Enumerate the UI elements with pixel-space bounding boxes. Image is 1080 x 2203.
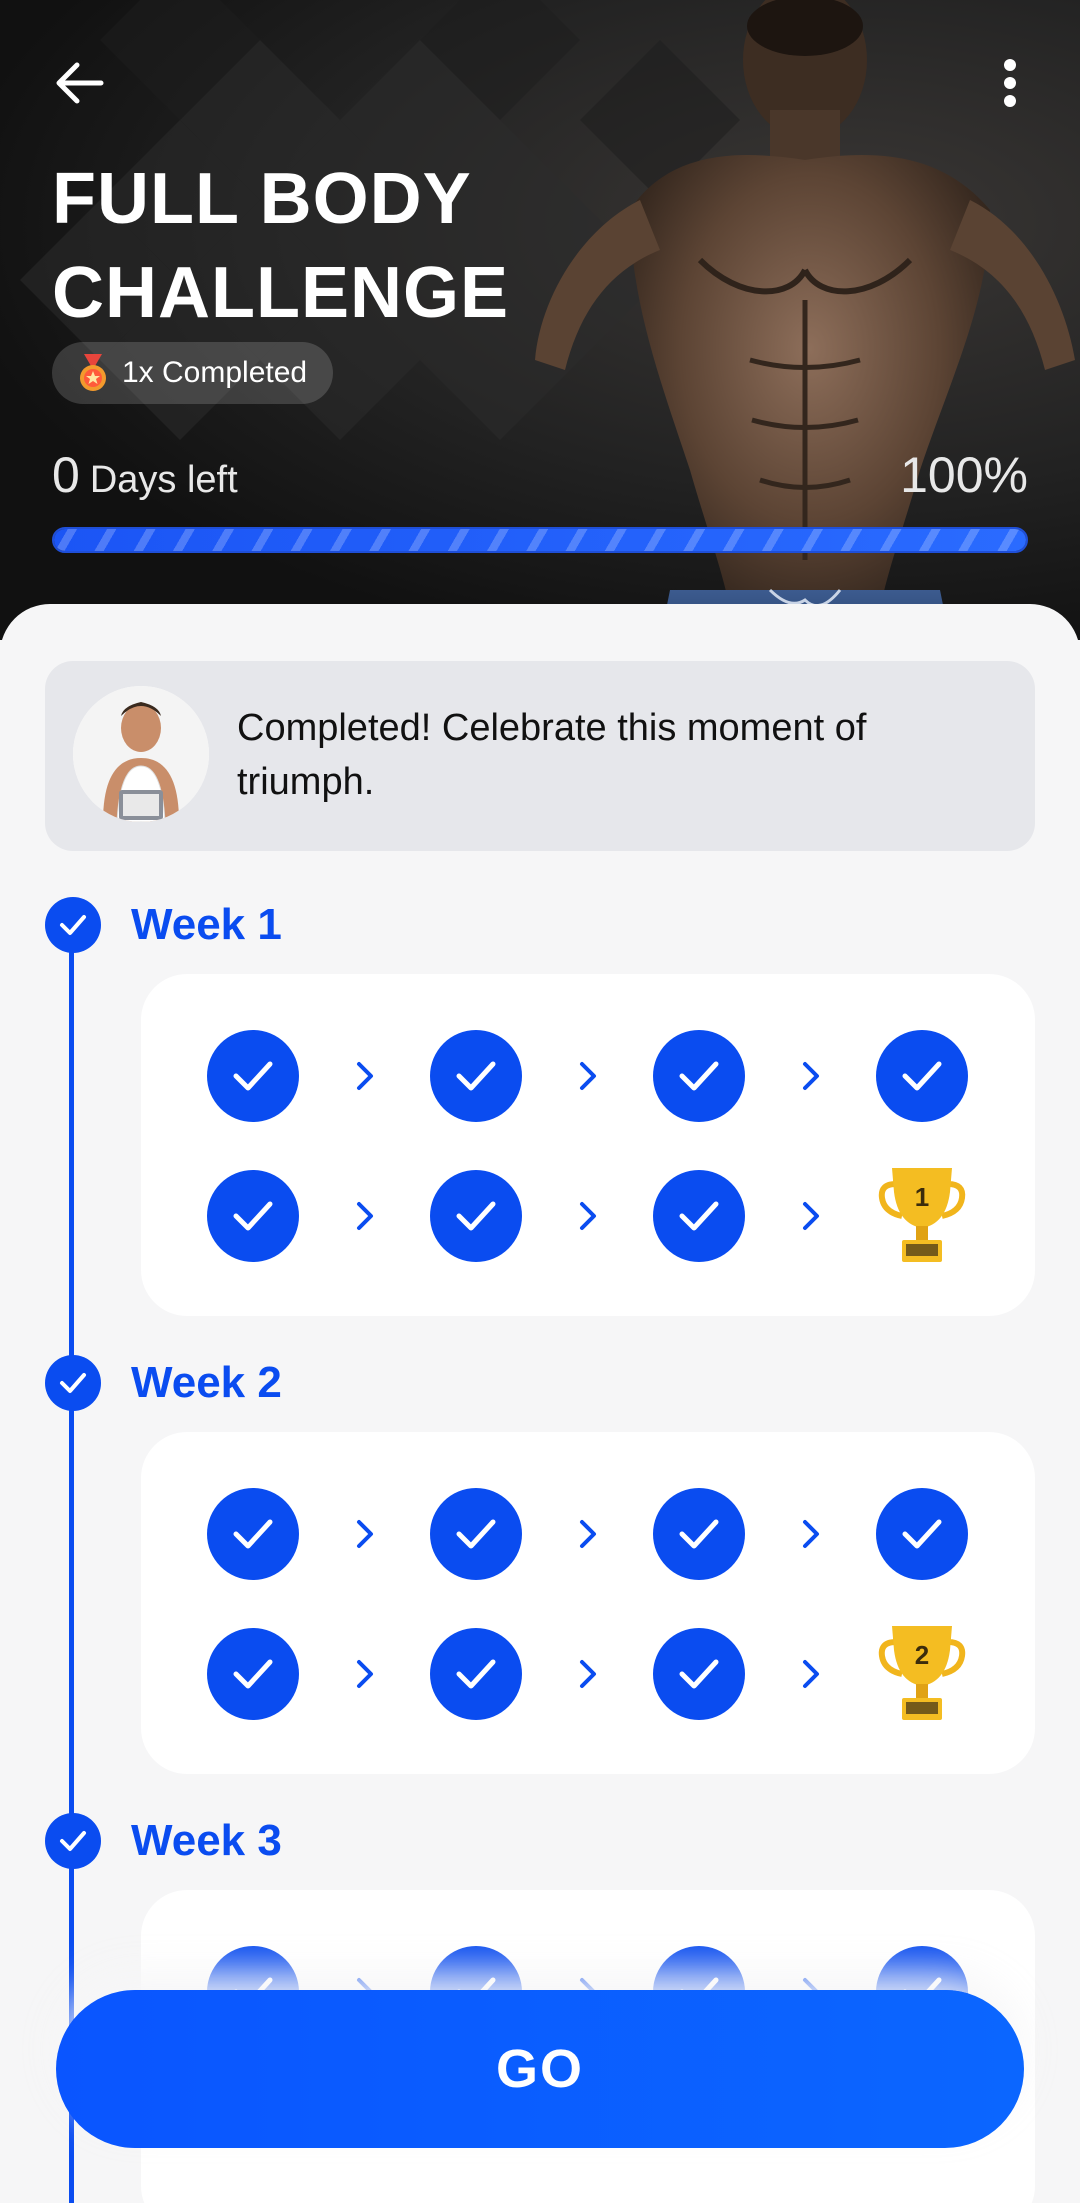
day-8-complete[interactable] — [207, 1488, 299, 1580]
check-icon — [60, 1373, 86, 1393]
chevron-right-icon — [357, 1660, 373, 1688]
day-5-complete[interactable] — [207, 1170, 299, 1262]
chevron-right-icon — [357, 1062, 373, 1090]
content-sheet: Completed! Celebrate this moment of triu… — [0, 604, 1080, 2203]
hero-banner: FULL BODY CHALLENGE 1x Completed 0 Days … — [0, 0, 1080, 640]
check-icon — [679, 1061, 719, 1091]
week-1-card: 1 — [141, 974, 1035, 1316]
week-2-row-1 — [207, 1488, 968, 1580]
arrow-left-icon — [56, 62, 104, 104]
challenge-screen: FULL BODY CHALLENGE 1x Completed 0 Days … — [0, 0, 1080, 2203]
day-2-complete[interactable] — [430, 1030, 522, 1122]
check-icon — [456, 1519, 496, 1549]
check-icon — [679, 1519, 719, 1549]
day-3-complete[interactable] — [653, 1030, 745, 1122]
check-icon — [679, 1201, 719, 1231]
week-3-title: Week 3 — [131, 1816, 282, 1865]
day-9-complete[interactable] — [430, 1488, 522, 1580]
day-12-complete[interactable] — [207, 1628, 299, 1720]
check-icon — [233, 1201, 273, 1231]
check-icon — [679, 1659, 719, 1689]
more-options-button[interactable] — [985, 48, 1035, 118]
completed-badge: 1x Completed — [52, 342, 334, 404]
check-icon — [456, 1061, 496, 1091]
coach-avatar-image — [73, 686, 209, 822]
check-icon — [902, 1519, 942, 1549]
days-left-value: 0 — [52, 447, 80, 503]
check-icon — [233, 1519, 273, 1549]
chevron-right-icon — [357, 1520, 373, 1548]
back-button[interactable] — [44, 48, 114, 118]
check-icon — [456, 1201, 496, 1231]
completed-count-text: 1x Completed — [122, 356, 308, 389]
coach-avatar — [73, 686, 209, 822]
go-button[interactable]: GO — [56, 1990, 1024, 2148]
days-left-label: Days left — [89, 459, 238, 501]
chevron-right-icon — [580, 1660, 596, 1688]
week-2-title: Week 2 — [131, 1358, 282, 1407]
check-icon — [456, 1659, 496, 1689]
day-6-complete[interactable] — [430, 1170, 522, 1262]
chevron-right-icon — [803, 1062, 819, 1090]
check-icon — [902, 1061, 942, 1091]
trophy-number: 2 — [915, 1640, 929, 1670]
trophy-icon[interactable]: 1 — [876, 1162, 968, 1270]
week-2-row-2: 2 — [207, 1626, 967, 1720]
check-icon — [233, 1659, 273, 1689]
check-icon — [233, 1061, 273, 1091]
week-1-header[interactable]: Week 1 — [45, 897, 282, 953]
day-7-complete[interactable] — [653, 1170, 745, 1262]
progress-fill — [54, 529, 1026, 551]
check-icon — [60, 1831, 86, 1851]
more-vertical-icon — [1004, 59, 1016, 107]
chevron-right-icon — [580, 1520, 596, 1548]
coach-message-card: Completed! Celebrate this moment of triu… — [45, 661, 1035, 851]
medal-icon — [80, 354, 106, 391]
day-4-complete[interactable] — [876, 1030, 968, 1122]
title-line-2: CHALLENGE — [52, 253, 509, 333]
week-1-complete-dot — [45, 897, 101, 953]
chevron-right-icon — [357, 1202, 373, 1230]
chevron-right-icon — [803, 1520, 819, 1548]
day-1-complete[interactable] — [207, 1030, 299, 1122]
week-1-title: Week 1 — [131, 900, 282, 949]
week-2-complete-dot — [45, 1355, 101, 1411]
days-left: 0 Days left — [52, 446, 238, 504]
timeline-line — [69, 934, 74, 2203]
check-icon — [60, 915, 86, 935]
week-2-header[interactable]: Week 2 — [45, 1355, 282, 1411]
week-2-card: 2 — [141, 1432, 1035, 1774]
title-line-1: FULL BODY — [52, 159, 472, 239]
day-10-complete[interactable] — [653, 1488, 745, 1580]
chevron-right-icon — [580, 1202, 596, 1230]
challenge-title: FULL BODY CHALLENGE — [52, 152, 612, 340]
challenge-progress-bar — [52, 527, 1028, 553]
chevron-right-icon — [580, 1062, 596, 1090]
week-3-header[interactable]: Week 3 — [45, 1813, 282, 1869]
week-1-row-1 — [207, 1030, 968, 1122]
day-11-complete[interactable] — [876, 1488, 968, 1580]
trophy-number: 1 — [915, 1182, 929, 1212]
week-3-complete-dot — [45, 1813, 101, 1869]
day-13-complete[interactable] — [430, 1628, 522, 1720]
trophy-icon[interactable]: 2 — [876, 1620, 968, 1728]
coach-message-text: Completed! Celebrate this moment of triu… — [237, 707, 867, 803]
week-1-row-2: 1 — [207, 1168, 967, 1262]
chevron-right-icon — [803, 1660, 819, 1688]
day-14-complete[interactable] — [653, 1628, 745, 1720]
chevron-right-icon — [803, 1202, 819, 1230]
progress-percent: 100% — [900, 447, 1028, 503]
